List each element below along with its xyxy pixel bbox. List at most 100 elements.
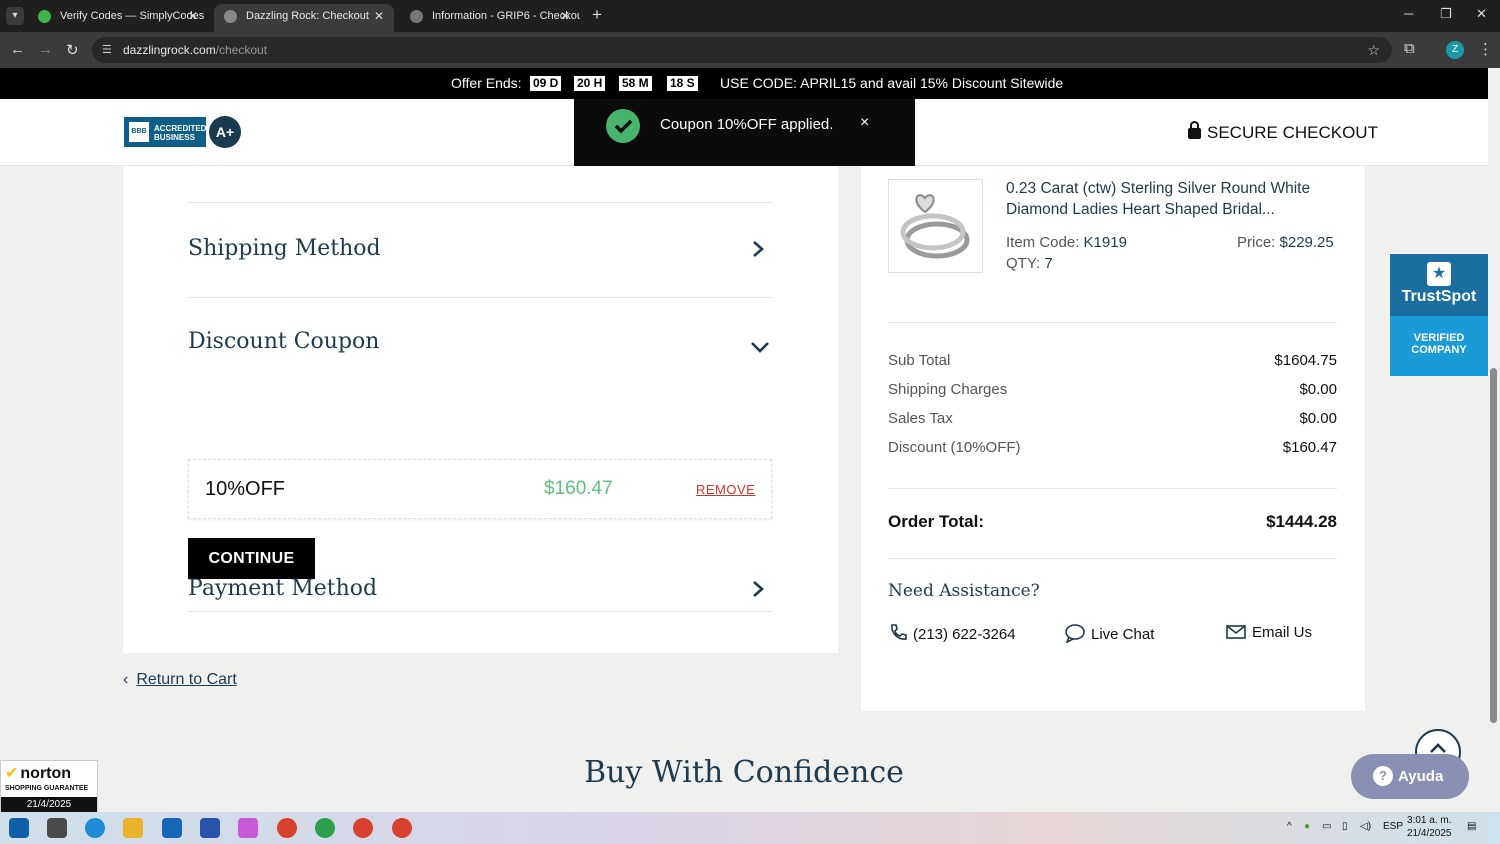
copilot-icon[interactable] [238,818,258,838]
chevron-up-icon [1430,743,1446,753]
bbb-rating-badge: A+ [209,116,241,148]
file-explorer-icon[interactable] [123,818,143,838]
envelope-icon [1226,625,1246,639]
close-icon[interactable]: × [860,114,869,132]
outlook-icon[interactable] [162,818,182,838]
network-icon[interactable]: ▭ [1322,821,1331,832]
new-tab-plus-icon[interactable]: + [592,5,602,25]
help-button[interactable]: ? Ayuda [1351,754,1469,799]
bookmark-star-icon[interactable]: ☆ [1367,37,1380,63]
phone-icon [891,624,907,640]
payment-method-heading[interactable]: Payment Method [188,576,377,601]
item-qty: QTY: 7 [1006,255,1053,272]
chevron-up-tray-icon[interactable]: ^ [1287,821,1292,832]
item-price: Price: $229.25 [1237,234,1334,251]
reload-icon[interactable]: ↻ [66,41,79,59]
close-tab-icon[interactable]: ✕ [188,4,198,28]
volume-icon[interactable]: ◁) [1360,821,1371,832]
live-chat-link[interactable]: Live Chat [1064,623,1154,644]
discount-row: Discount (10%OFF) $160.47 [888,439,1337,456]
offer-promo-text: USE CODE: APRIL15 and avail 15% Discount… [720,75,1064,91]
tab-search-button[interactable]: ▾ [6,7,24,25]
continue-button[interactable]: CONTINUE [188,538,315,579]
remove-coupon-link[interactable]: REMOVE [696,482,755,497]
email-link[interactable]: Email Us [1225,623,1312,641]
browser-tab-bar: ▾ Verify Codes — SimplyCodes ✕ Dazzling … [0,0,1500,32]
summary-divider [888,322,1337,323]
address-bar[interactable]: ☰ dazzlingrock.com/checkout ☆ [92,37,1392,63]
trustspot-star-icon: ★ [1427,262,1451,286]
chrome-icon[interactable] [353,818,373,838]
tray-app-icon[interactable]: ● [1304,821,1310,832]
tab-simplycodes[interactable]: Verify Codes — SimplyCodes ✕ [28,4,208,32]
shipping-method-heading[interactable]: Shipping Method [188,236,381,261]
maximize-icon[interactable]: ❐ [1440,6,1452,22]
page-viewport: Offer Ends: 09 D 20 H 58 M 18 S USE CODE… [0,68,1488,812]
page-scrollbar[interactable] [1488,68,1500,812]
profile-avatar[interactable]: Z [1446,41,1464,59]
norton-shopping-guarantee-badge[interactable]: ✔ norton SHOPPING GUARANTEE 21/4/2025 [0,760,98,812]
close-tab-icon[interactable]: ✕ [560,4,570,28]
bbb-mark: BBB [129,122,149,142]
sales-tax-row: Sales Tax $0.00 [888,410,1337,427]
check-circle-icon [606,109,640,143]
bbb-accredited-logo[interactable]: BBB ACCREDITED BUSINESS [124,117,206,147]
extensions-puzzle-icon[interactable]: ⧉ [1404,40,1415,57]
browser-toolbar: ← → ↻ ☰ dazzlingrock.com/checkout ☆ ⧉ Z … [0,32,1500,68]
order-total-row: Order Total: $1444.28 [888,512,1337,531]
browser-menu-icon[interactable]: ⋮ [1478,40,1493,58]
back-arrow-icon[interactable]: ← [10,41,25,58]
shipping-charges-row: Shipping Charges $0.00 [888,381,1337,398]
checkout-steps-panel: Shipping Method Discount Coupon 10%OFF $… [123,166,838,653]
product-name[interactable]: 0.23 Carat (ctw) Sterling Silver Round W… [1006,178,1346,220]
windows-start-icon[interactable] [9,818,29,838]
chevron-right-icon[interactable] [751,240,765,263]
notifications-icon[interactable]: ▤ [1467,821,1476,832]
windows-taskbar: ^ ● ▭ ▯ ◁) ESP 3:01 a. m. 21/4/2025 ▤ [0,812,1500,844]
store-icon[interactable] [200,818,220,838]
offer-banner: Offer Ends: 09 D 20 H 58 M 18 S USE CODE… [0,68,1488,99]
simplycodes-favicon-icon [38,10,51,23]
trustspot-header: ★ TrustSpot [1390,254,1488,316]
offer-minutes: 58 M [619,76,652,91]
section-divider [188,297,772,298]
tab-grip6[interactable]: Information - GRIP6 - Checkout ✕ [400,4,580,32]
summary-divider [888,488,1337,489]
product-ring-image[interactable] [888,179,983,273]
chrome-icon[interactable] [315,818,335,838]
taskbar-clock[interactable]: 3:01 a. m. 21/4/2025 [1407,814,1452,840]
order-summary-panel: 0.23 Carat (ctw) Sterling Silver Round W… [861,166,1365,711]
scrollbar-thumb[interactable] [1490,368,1497,723]
need-assistance-heading: Need Assistance? [888,581,1040,601]
battery-icon[interactable]: ▯ [1342,821,1348,832]
chrome-icon[interactable] [277,818,297,838]
subtotal-row: Sub Total $1604.75 [888,352,1337,369]
site-info-icon[interactable]: ☰ [102,37,112,63]
task-view-icon[interactable] [47,818,67,838]
discount-coupon-heading[interactable]: Discount Coupon [188,329,379,354]
trustspot-verified: VERIFIED COMPANY [1411,332,1467,356]
return-to-cart-link[interactable]: ‹ Return to Cart [123,671,237,689]
item-code: Item Code: K1919 [1006,234,1127,251]
section-divider [188,202,772,203]
lock-icon [1188,121,1201,139]
summary-divider [888,558,1337,559]
offer-hours: 20 H [574,76,606,91]
minimize-icon[interactable]: ─ [1404,6,1413,21]
chevron-right-icon[interactable] [751,580,765,603]
language-indicator[interactable]: ESP [1383,821,1403,832]
chat-bubble-icon [1065,624,1085,644]
forward-arrow-icon[interactable]: → [38,41,53,58]
close-window-icon[interactable]: ✕ [1476,6,1487,22]
chrome-icon[interactable] [392,818,412,838]
chevron-down-icon[interactable] [750,338,770,359]
tab-dazzlingrock[interactable]: Dazzling Rock: Checkout ✕ [214,4,394,32]
close-tab-icon[interactable]: ✕ [374,4,384,28]
secure-checkout-label: SECURE CHECKOUT [1188,121,1378,143]
phone-link[interactable]: (213) 622-3264 [888,623,1016,643]
edge-browser-icon[interactable] [85,818,105,838]
trustspot-badge[interactable]: ★ TrustSpot VERIFIED COMPANY [1390,254,1488,376]
offer-label: Offer Ends: [451,75,522,91]
buy-with-confidence-heading: Buy With Confidence [584,755,904,790]
section-divider [188,611,772,612]
